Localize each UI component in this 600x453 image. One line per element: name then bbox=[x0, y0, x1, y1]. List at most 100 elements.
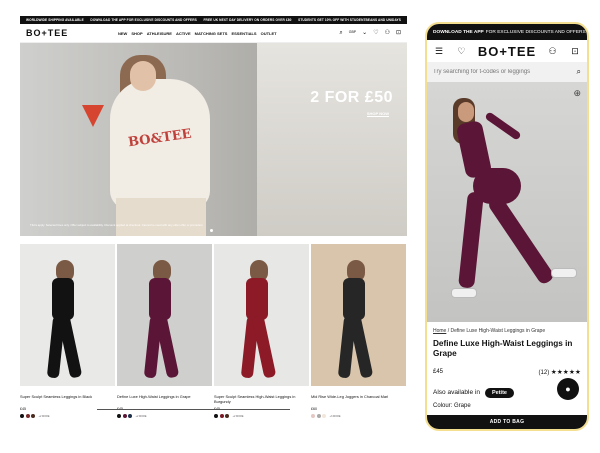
search-icon[interactable]: ⌕ bbox=[339, 30, 342, 36]
heart-icon[interactable]: ♡ bbox=[373, 30, 378, 36]
star-rating-icon: ★★★★★ bbox=[550, 368, 581, 376]
main-nav: NEW SHOP ATHLEISURE ACTIVE MATCHING SETS… bbox=[118, 31, 339, 36]
product-card[interactable]: Super Sculpt Seamless Leggings in Black … bbox=[20, 244, 115, 418]
search-bar: ⌕ bbox=[427, 62, 587, 82]
product-title: Define Luxe High-Waist Leggings in Grape bbox=[433, 339, 573, 359]
product-price: £45 bbox=[433, 368, 444, 375]
shop-now-link[interactable]: SHOP NOW bbox=[366, 111, 389, 117]
promo-shipping[interactable]: WORLDWIDE SHIPPING AVAILABLE bbox=[26, 18, 84, 22]
road-sign bbox=[82, 105, 104, 127]
product-meta: £45 (12) ★★★★★ bbox=[427, 360, 587, 376]
swatch-cream[interactable] bbox=[322, 414, 326, 418]
product-name[interactable]: Define Luxe High-Waist Leggings in Grape bbox=[117, 394, 212, 404]
promo-delivery[interactable]: FREE UK NEXT DAY DELIVERY ON ORDERS OVER… bbox=[204, 18, 292, 22]
swatch-black[interactable] bbox=[214, 414, 218, 418]
mobile-promo-strip[interactable]: DOWNLOAD THE APP FOR EXCLUSIVE DISCOUNTS… bbox=[427, 24, 587, 40]
product-price: £60 bbox=[311, 407, 317, 411]
product-name[interactable]: Super Sculpt Seamless Leggings in Black bbox=[20, 394, 115, 404]
product-image[interactable] bbox=[311, 244, 406, 386]
carousel-dot[interactable] bbox=[210, 229, 213, 232]
product-card[interactable]: Define Luxe High-Waist Leggings in Grape… bbox=[117, 244, 212, 418]
reviews[interactable]: (12) ★★★★★ bbox=[539, 368, 581, 376]
available-label: Also available in bbox=[433, 389, 480, 396]
logo[interactable]: BO+TEE bbox=[26, 28, 118, 38]
promo-strip: WORLDWIDE SHIPPING AVAILABLE DOWNLOAD TH… bbox=[20, 16, 407, 24]
menu-icon[interactable]: ☰ bbox=[433, 46, 445, 56]
model-top bbox=[343, 278, 365, 320]
zoom-icon[interactable]: ⊕ bbox=[573, 88, 581, 99]
search-icon[interactable]: ⌕ bbox=[577, 67, 581, 77]
screenshot-stage: WORLDWIDE SHIPPING AVAILABLE DOWNLOAD TH… bbox=[0, 0, 600, 453]
nav-matching-sets[interactable]: MATCHING SETS bbox=[195, 31, 228, 36]
swatch-grape[interactable] bbox=[122, 414, 127, 418]
model-joggers bbox=[116, 198, 206, 236]
color-swatches: +2 MORE bbox=[20, 414, 115, 418]
model-top bbox=[149, 278, 171, 320]
swatch-brown[interactable] bbox=[225, 414, 229, 418]
currency-select[interactable]: GBP bbox=[349, 31, 356, 35]
nav-outlet[interactable]: OUTLET bbox=[261, 31, 277, 36]
model-top bbox=[52, 278, 74, 320]
nav-athleisure[interactable]: ATHLEISURE bbox=[147, 31, 172, 36]
product-image[interactable] bbox=[117, 244, 212, 386]
more-colors[interactable]: +2 MORE bbox=[136, 415, 147, 418]
breadcrumb-home[interactable]: Home bbox=[433, 328, 446, 334]
hero-offer: 2 FOR £50 bbox=[310, 89, 393, 106]
review-count: (12) bbox=[538, 369, 550, 376]
product-image[interactable] bbox=[214, 244, 309, 386]
swatch-pink[interactable] bbox=[311, 414, 315, 418]
model-arm bbox=[484, 111, 522, 141]
product-card[interactable]: Super Sculpt Seamless High-Waist Legging… bbox=[214, 244, 309, 418]
nav-active[interactable]: ACTIVE bbox=[176, 31, 191, 36]
chat-icon[interactable]: ● bbox=[557, 378, 579, 400]
add-to-bag-button[interactable]: ADD TO BAG bbox=[427, 415, 587, 429]
hero-wall bbox=[257, 43, 407, 236]
more-colors[interactable]: +2 MORE bbox=[233, 415, 244, 418]
model-leg bbox=[458, 191, 484, 289]
product-card[interactable]: Mid Rise Wide-Leg Joggers in Charcoal Ma… bbox=[311, 244, 406, 418]
search-input[interactable] bbox=[433, 69, 563, 75]
logo[interactable]: BO+TEE bbox=[478, 44, 536, 59]
mobile-header: ☰ ♡ BO+TEE ⚇ ⊡ bbox=[427, 40, 587, 62]
desktop-page: WORLDWIDE SHIPPING AVAILABLE DOWNLOAD TH… bbox=[20, 16, 407, 428]
promo-app-text: FOR EXCLUSIVE DISCOUNTS AND OFFERS bbox=[485, 29, 586, 35]
promo-students[interactable]: STUDENTS GET 10% OFF WITH STUDENTBEANS A… bbox=[298, 18, 401, 22]
bag-icon[interactable]: ⊡ bbox=[396, 30, 401, 36]
color-swatches: +2 MORE bbox=[117, 414, 212, 418]
chevron-down-icon[interactable]: ⌄ bbox=[362, 30, 367, 36]
user-icon[interactable]: ⚇ bbox=[547, 46, 559, 56]
product-image[interactable] bbox=[20, 244, 115, 386]
petite-button[interactable]: Petite bbox=[484, 387, 514, 398]
swatch-grey[interactable] bbox=[316, 414, 321, 418]
swatch-black[interactable] bbox=[20, 414, 24, 418]
model-leg bbox=[486, 194, 556, 286]
swatch-black[interactable] bbox=[117, 414, 121, 418]
heart-icon[interactable]: ♡ bbox=[455, 46, 467, 56]
product-image[interactable]: ⊕ bbox=[427, 82, 587, 322]
header-icons: ⌕ GBP ⌄ ♡ ⚇ ⊡ bbox=[339, 30, 401, 36]
hero-banner[interactable]: BO&TEE 2 FOR £50 SHOP NOW T&Cs apply. Se… bbox=[20, 43, 407, 236]
color-swatches: +2 MORE bbox=[214, 414, 309, 418]
breadcrumb-current: / Define Luxe High-Waist Leggings in Gra… bbox=[447, 328, 546, 334]
product-grid: Super Sculpt Seamless Leggings in Black … bbox=[20, 244, 407, 418]
product-name[interactable]: Super Sculpt Seamless High-Waist Legging… bbox=[214, 394, 309, 404]
promo-app-bold: DOWNLOAD THE APP bbox=[433, 29, 484, 35]
more-colors[interactable]: +2 MORE bbox=[39, 415, 50, 418]
nav-new[interactable]: NEW bbox=[118, 31, 127, 36]
mobile-page: DOWNLOAD THE APP FOR EXCLUSIVE DISCOUNTS… bbox=[425, 22, 589, 431]
nav-essentials[interactable]: ESSENTIALS bbox=[231, 31, 256, 36]
hero-terms: T&Cs apply. Selected lines only. Offer s… bbox=[30, 223, 204, 227]
promo-app[interactable]: DOWNLOAD THE APP FOR EXCLUSIVE DISCOUNTS… bbox=[90, 18, 196, 22]
swatch-navy[interactable] bbox=[128, 414, 132, 418]
breadcrumb: Home / Define Luxe High-Waist Leggings i… bbox=[427, 322, 587, 334]
swatch-burgundy[interactable] bbox=[219, 414, 224, 418]
user-icon[interactable]: ⚇ bbox=[385, 30, 390, 36]
model-shoe bbox=[551, 268, 577, 278]
model-face bbox=[458, 102, 474, 122]
product-name[interactable]: Mid Rise Wide-Leg Joggers in Charcoal Ma… bbox=[311, 394, 406, 404]
more-colors[interactable]: +3 MORE bbox=[330, 415, 341, 418]
bag-icon[interactable]: ⊡ bbox=[569, 46, 581, 56]
nav-shop[interactable]: SHOP bbox=[131, 31, 142, 36]
swatch-brown[interactable] bbox=[31, 414, 35, 418]
swatch-red[interactable] bbox=[25, 414, 30, 418]
